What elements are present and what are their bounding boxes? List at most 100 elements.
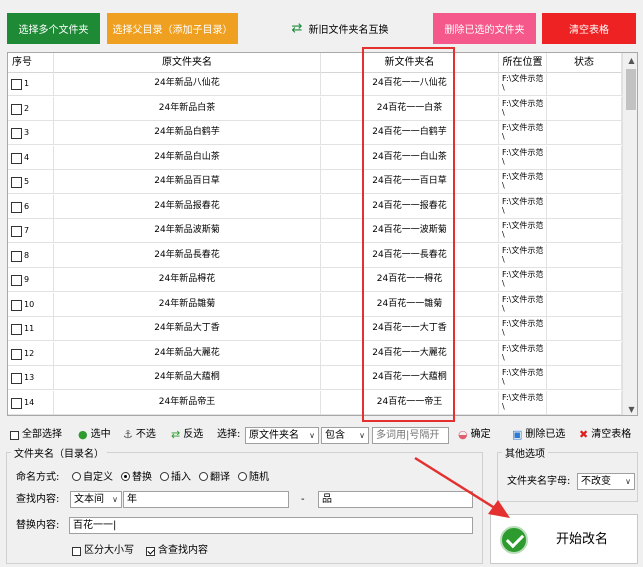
match-select[interactable]: 包含 ∨ (321, 427, 369, 444)
cell-original-name: 24年新品白山茶 (54, 145, 321, 169)
radio-custom[interactable]: 自定义 (72, 471, 113, 485)
swap-names-button[interactable]: ⇄ 新旧文件夹名互换 (280, 13, 400, 44)
row-checkbox[interactable] (11, 201, 22, 213)
cell-no[interactable]: 8 (8, 243, 54, 267)
radio-insert[interactable]: 插入 (160, 471, 191, 485)
radio-random[interactable]: 随机 (238, 471, 269, 485)
radio-custom-dot[interactable] (72, 472, 81, 481)
table-header: 序号 原文件夹名 新文件夹名 所在位置 状态 (8, 53, 637, 73)
radio-replace-label: 替换 (132, 472, 152, 483)
row-checkbox[interactable] (11, 397, 22, 409)
cell-no[interactable]: 6 (8, 194, 54, 218)
clear-table-button[interactable]: 清空表格 (542, 13, 636, 44)
radio-random-dot[interactable] (238, 472, 247, 481)
select-all-box[interactable] (10, 430, 19, 440)
row-checkbox[interactable] (11, 103, 22, 115)
delete-selected-folders-button[interactable]: 删除已选的文件夹 (433, 13, 536, 44)
include-search-box[interactable] (146, 546, 155, 556)
table-row[interactable]: 9 24年新品棏花 24百花一一棏花 F:\文件示范\ (8, 268, 622, 292)
field-select-value: 原文件夹名 (249, 430, 299, 441)
case-sensitive-checkbox[interactable]: 区分大小写 (72, 544, 134, 558)
row-checkbox[interactable] (11, 152, 22, 164)
cell-no[interactable]: 9 (8, 268, 54, 291)
cell-no[interactable]: 12 (8, 341, 54, 365)
table-row[interactable]: 6 24年新品报春花 24百花一一报春花 F:\文件示范\ (8, 194, 622, 219)
cell-no[interactable]: 1 (8, 72, 54, 95)
table-row[interactable]: 5 24年新品百日草 24百花一一百日草 F:\文件示范\ (8, 170, 622, 194)
check-circle-icon: ● (78, 428, 88, 441)
cell-no[interactable]: 5 (8, 170, 54, 193)
row-checkbox[interactable] (11, 373, 22, 384)
row-checkbox[interactable] (11, 128, 22, 139)
cell-status (547, 268, 622, 291)
cell-no[interactable]: 11 (8, 317, 54, 340)
find-input[interactable]: 年 (123, 491, 289, 508)
column-header-status[interactable]: 状态 (547, 53, 622, 72)
select-parent-directory-button[interactable]: 选择父目录（添加子目录） (107, 13, 238, 44)
cell-no[interactable]: 2 (8, 96, 54, 120)
table-row[interactable]: 12 24年新品大麗花 24百花一一大麗花 F:\文件示范\ (8, 341, 622, 366)
invert-button[interactable]: ⇄ 反选 (171, 426, 203, 444)
vertical-scrollbar[interactable]: ▲ ▼ (622, 53, 637, 415)
field-select[interactable]: 原文件夹名 ∨ (245, 427, 319, 444)
row-checkbox[interactable] (11, 324, 22, 335)
row-checkbox[interactable] (11, 177, 22, 188)
row-checkbox[interactable] (11, 250, 22, 262)
chevron-down-icon: ∨ (112, 495, 118, 504)
cell-no[interactable]: 7 (8, 219, 54, 242)
case-sensitive-box[interactable] (72, 546, 81, 556)
cell-no[interactable]: 4 (8, 145, 54, 169)
row-checkbox[interactable] (11, 299, 22, 311)
row-checkbox[interactable] (11, 79, 22, 90)
check-button[interactable]: ● 选中 (78, 426, 111, 444)
folder-table: 序号 原文件夹名 新文件夹名 所在位置 状态 1 24年新品八仙花 24百花一一八仙… (7, 52, 638, 416)
row-number: 3 (24, 128, 30, 137)
cell-original-name: 24年新品棏花 (54, 268, 321, 291)
cell-original-name: 24年新品白茶 (54, 96, 321, 120)
row-checkbox[interactable] (11, 348, 22, 360)
select-all-checkbox[interactable]: 全部选择 (10, 426, 62, 444)
row-checkbox[interactable] (11, 226, 22, 237)
table-row[interactable]: 14 24年新品帝王 24百花一一帝王 F:\文件示范\ (8, 390, 622, 415)
radio-translate-dot[interactable] (199, 472, 208, 481)
delete-selected-button[interactable]: ▣ 删除已选 (512, 426, 565, 444)
column-header-no[interactable]: 序号 (8, 53, 54, 72)
find-type-select[interactable]: 文本间 ∨ (70, 491, 122, 508)
cell-no[interactable]: 3 (8, 121, 54, 144)
radio-translate[interactable]: 翻译 (199, 471, 230, 485)
column-header-location[interactable]: 所在位置 (499, 53, 547, 72)
column-header-original-name[interactable]: 原文件夹名 (54, 53, 321, 72)
cell-no[interactable]: 13 (8, 366, 54, 389)
table-row[interactable]: 2 24年新品白茶 24百花一一白茶 F:\文件示范\ (8, 96, 622, 121)
table-row[interactable]: 7 24年新品波斯菊 24百花一一波斯菊 F:\文件示范\ (8, 219, 622, 243)
row-number: 1 (24, 79, 30, 88)
table-row[interactable]: 3 24年新品白鹤芋 24百花一一白鹤芋 F:\文件示范\ (8, 121, 622, 145)
radio-replace-dot[interactable] (121, 472, 130, 481)
cell-no[interactable]: 10 (8, 292, 54, 316)
table-row[interactable]: 10 24年新品雛菊 24百花一一雛菊 F:\文件示范\ (8, 292, 622, 317)
cell-original-name: 24年新品报春花 (54, 194, 321, 218)
radio-insert-dot[interactable] (160, 472, 169, 481)
table-row[interactable]: 1 24年新品八仙花 24百花一一八仙花 F:\文件示范\ (8, 72, 622, 96)
scroll-up-icon[interactable]: ▲ (623, 53, 637, 68)
row-number: 12 (24, 348, 35, 358)
include-search-checkbox[interactable]: 含查找内容 (146, 544, 208, 558)
clear-table-small-button[interactable]: ✖ 清空表格 (579, 426, 631, 444)
table-row[interactable]: 13 24年新品大藴桐 24百花一一大藴桐 F:\文件示范\ (8, 366, 622, 390)
table-row[interactable]: 11 24年新品大丁香 24百花一一大丁香 F:\文件示范\ (8, 317, 622, 341)
table-row[interactable]: 4 24年新品白山茶 24百花一一白山茶 F:\文件示范\ (8, 145, 622, 170)
cell-location: F:\文件示范\ (499, 219, 547, 242)
confirm-button[interactable]: ◒ 确定 (458, 426, 491, 444)
select-all-label: 全部选择 (22, 429, 62, 440)
scrollbar-thumb[interactable] (626, 69, 636, 110)
folder-case-select[interactable]: 不改变 ∨ (577, 473, 635, 490)
cell-no[interactable]: 14 (8, 390, 54, 414)
scroll-down-icon[interactable]: ▼ (623, 402, 637, 415)
table-row[interactable]: 8 24年新品長春花 24百花一一長春花 F:\文件示范\ (8, 243, 622, 268)
uncheck-button[interactable]: ⚓ 不选 (123, 426, 156, 444)
row-checkbox[interactable] (11, 275, 22, 286)
row-number: 4 (24, 152, 30, 162)
keyword-input[interactable] (372, 427, 449, 444)
select-multiple-folders-button[interactable]: 选择多个文件夹 (7, 13, 100, 44)
radio-replace[interactable]: 替换 (121, 471, 152, 485)
